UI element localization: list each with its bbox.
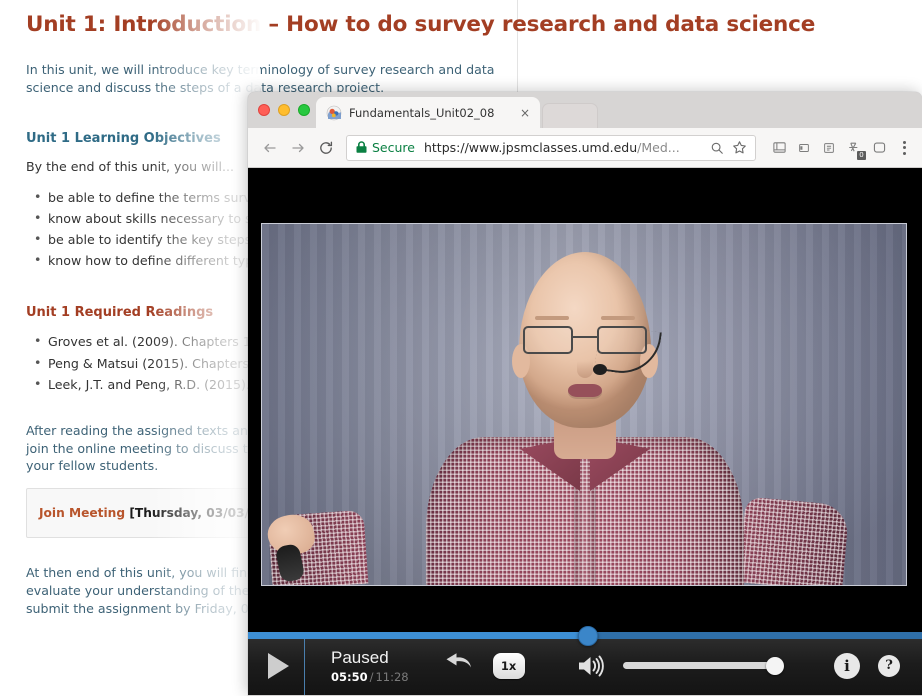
playback-speed-label: 1x xyxy=(500,658,517,673)
eyebrow-left xyxy=(535,316,569,320)
back-arrow-icon[interactable] xyxy=(256,134,284,162)
video-frame[interactable] xyxy=(261,223,907,586)
seek-bar-handle[interactable] xyxy=(577,625,598,646)
three-dot-menu-icon[interactable] xyxy=(894,136,914,160)
close-icon[interactable]: × xyxy=(518,106,532,120)
sidebar-extension-icon[interactable] xyxy=(793,137,815,159)
address-bar[interactable]: Secure https://www.jpsmclasses.umd.edu/M… xyxy=(346,134,756,161)
lens-left xyxy=(523,326,573,354)
notes-extension-icon[interactable] xyxy=(818,137,840,159)
duration-time: 11:28 xyxy=(375,669,409,684)
info-button[interactable]: i xyxy=(834,652,860,679)
info-icon: i xyxy=(844,656,850,675)
rewind-arrow-icon xyxy=(446,652,471,667)
new-tab-placeholder[interactable] xyxy=(542,103,598,128)
help-button[interactable]: ? xyxy=(878,654,900,677)
video-player-controls: Paused 05:50/11:28 1x i ? xyxy=(248,625,922,695)
speaker-waves-icon xyxy=(578,655,604,676)
eyebrow-right xyxy=(601,316,635,320)
browser-tab-strip: Fundamentals_Unit02_08 × xyxy=(248,92,922,128)
play-button[interactable] xyxy=(248,636,305,695)
page-title: Unit 1: Introduction – How to do survey … xyxy=(26,12,816,37)
forward-arrow-icon[interactable] xyxy=(284,134,312,162)
time-display: 05:50/11:28 xyxy=(331,670,409,684)
url-text: https://www.jpsmclasses.umd.edu/Med... xyxy=(424,140,705,155)
video-page-viewport: Paused 05:50/11:28 1x i ? xyxy=(248,168,922,695)
volume-button[interactable] xyxy=(575,652,609,680)
headset-mic-capsule xyxy=(593,364,607,375)
close-window-icon[interactable] xyxy=(258,104,270,116)
playback-speed-button[interactable]: 1x xyxy=(492,652,525,679)
nose xyxy=(577,352,593,378)
volume-slider-handle[interactable] xyxy=(765,656,784,675)
browser-window[interactable]: Fundamentals_Unit02_08 × Secure https://… xyxy=(248,92,922,696)
question-mark-icon: ? xyxy=(885,658,893,673)
presenter-torso xyxy=(426,437,744,585)
presenter-figure xyxy=(262,224,906,585)
glasses-bridge xyxy=(573,336,597,339)
reader-extension-icon[interactable] xyxy=(768,137,790,159)
seek-bar[interactable] xyxy=(248,625,922,646)
presenter-right-arm xyxy=(738,496,850,585)
browser-toolbar: Secure https://www.jpsmclasses.umd.edu/M… xyxy=(248,128,922,168)
pocket-extension-icon[interactable] xyxy=(868,137,890,159)
seek-bar-played xyxy=(248,632,588,639)
rewind-button[interactable] xyxy=(441,649,475,683)
browser-tab[interactable]: Fundamentals_Unit02_08 × xyxy=(316,97,540,128)
media-player-favicon xyxy=(326,105,342,121)
play-triangle-icon xyxy=(268,652,289,679)
current-time: 05:50 xyxy=(331,669,368,684)
magnifier-icon[interactable] xyxy=(707,138,727,158)
adblock-badge-count: 0 xyxy=(857,150,866,160)
lock-icon xyxy=(356,141,367,154)
url-host: https://www.jpsmclasses.umd.edu xyxy=(423,140,638,155)
playback-status: Paused 05:50/11:28 xyxy=(331,648,409,684)
volume-slider[interactable] xyxy=(622,656,784,675)
join-meeting-link[interactable]: Join Meeting xyxy=(39,506,125,520)
star-icon[interactable] xyxy=(729,138,749,158)
status-label: Paused xyxy=(331,647,389,667)
adblock-extension-icon[interactable]: 0 xyxy=(843,137,866,160)
secure-label: Secure xyxy=(372,140,415,155)
zoom-window-icon[interactable] xyxy=(298,104,310,116)
player-right-controls: i ? xyxy=(834,652,922,679)
window-traffic-lights[interactable] xyxy=(258,104,310,116)
reload-icon[interactable] xyxy=(312,134,340,162)
mouth xyxy=(568,384,602,397)
extension-icons: 0 xyxy=(768,137,890,160)
url-path: /Med... xyxy=(637,140,680,155)
minimize-window-icon[interactable] xyxy=(278,104,290,116)
browser-tab-title: Fundamentals_Unit02_08 xyxy=(349,105,495,120)
